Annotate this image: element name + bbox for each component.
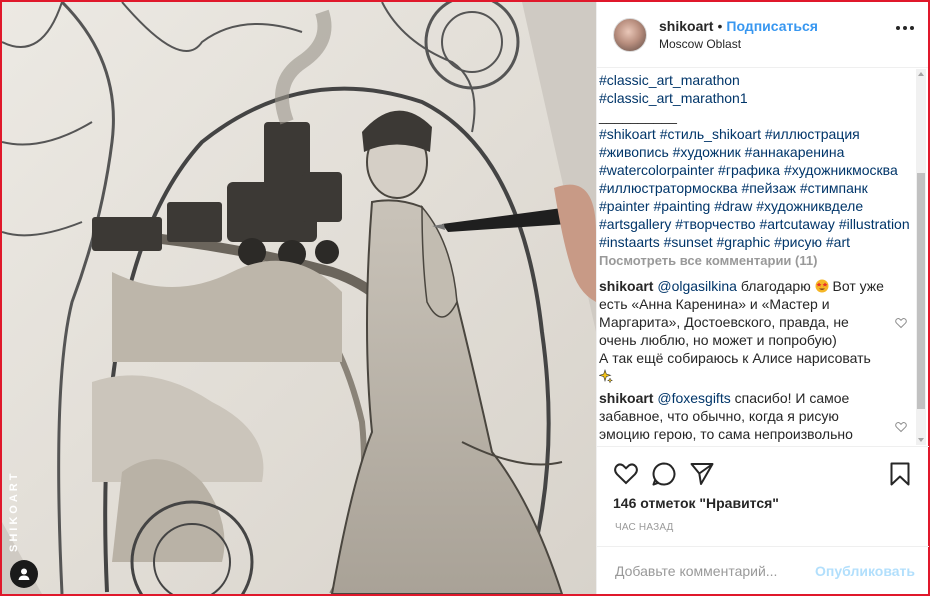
publish-button[interactable]: Опубликовать (815, 563, 915, 579)
scroll-thumb[interactable] (917, 173, 925, 409)
view-all-comments-button[interactable]: Посмотреть все комментарии (11) (599, 251, 911, 273)
comment: shikoart @olgasilkina благодарю Вот уже … (599, 277, 911, 385)
location-link[interactable]: Moscow Oblast (659, 35, 818, 53)
caption: #classic_art_marathon #classic_art_marat… (599, 71, 911, 251)
caption-line[interactable]: #artsgallery #творчество #artcutaway #il… (599, 215, 911, 233)
sketch-illustration (2, 2, 596, 594)
comment-text: А так ещё собираюсь к Алисе нарисовать (599, 350, 871, 366)
caption-line[interactable]: #painter #painting #draw #художниквделе (599, 197, 911, 215)
comment-mention[interactable]: @olgasilkina (657, 278, 737, 294)
person-icon (18, 568, 30, 580)
comment: shikoart @foxesgifts спасибо! И самое за… (599, 389, 911, 443)
comment-username[interactable]: shikoart (599, 278, 653, 294)
caption-line[interactable]: #classic_art_marathon1 (599, 89, 911, 107)
post-sidebar: shikoart • Подписаться Moscow Oblast #clas… (596, 2, 929, 594)
caption-line[interactable]: #instaarts #sunset #graphic #рисую #art (599, 233, 911, 251)
comments-scrollbar[interactable] (916, 69, 926, 445)
scroll-up-arrow-icon[interactable] (918, 72, 924, 76)
comment-text: благодарю (740, 278, 811, 294)
post-header: shikoart • Подписаться Moscow Oblast (597, 2, 928, 68)
sparkles-emoji-icon (599, 369, 613, 383)
tagged-user-button[interactable] (10, 560, 38, 588)
post-photo[interactable]: SHIKOART (2, 2, 596, 594)
watermark: SHIKOART (8, 470, 20, 552)
caption-line[interactable]: #classic_art_marathon (599, 71, 911, 89)
caption-line[interactable]: #иллюстратормосква #пейзаж #стимпанк (599, 179, 911, 197)
more-horizontal-icon[interactable] (896, 26, 914, 30)
send-icon[interactable] (689, 461, 715, 487)
comment-mention[interactable]: @foxesgifts (657, 390, 730, 406)
caption-line: __________ (599, 108, 677, 124)
caption-line[interactable]: #watercolorpainter #графика #художникмос… (599, 161, 911, 179)
bookmark-icon[interactable] (887, 461, 913, 487)
comment-username[interactable]: shikoart (599, 390, 653, 406)
heart-icon[interactable] (613, 461, 639, 487)
post-timestamp[interactable]: час назад (615, 522, 674, 533)
add-comment-form: Опубликовать (597, 546, 929, 594)
caption-line[interactable]: #живопись #художник #аннакаренина (599, 143, 911, 161)
heart-icon[interactable] (895, 317, 907, 329)
follow-button[interactable]: Подписаться (726, 18, 818, 34)
scroll-down-arrow-icon[interactable] (918, 438, 924, 442)
post-actions: 146 отметок "Нравится" час назад (597, 446, 929, 546)
avatar[interactable] (613, 17, 647, 52)
separator-dot: • (717, 17, 723, 34)
caption-line[interactable]: #shikoart #стиль_shikoart #иллюстрация (599, 125, 911, 143)
username-link[interactable]: shikoart (659, 18, 713, 34)
heart-icon[interactable] (895, 421, 907, 433)
star-struck-emoji-icon (815, 279, 829, 293)
comments-list[interactable]: #classic_art_marathon #classic_art_marat… (597, 69, 929, 445)
comment-input[interactable] (615, 562, 816, 579)
likes-count[interactable]: 146 отметок "Нравится" (613, 495, 779, 511)
comment-icon[interactable] (651, 461, 677, 487)
